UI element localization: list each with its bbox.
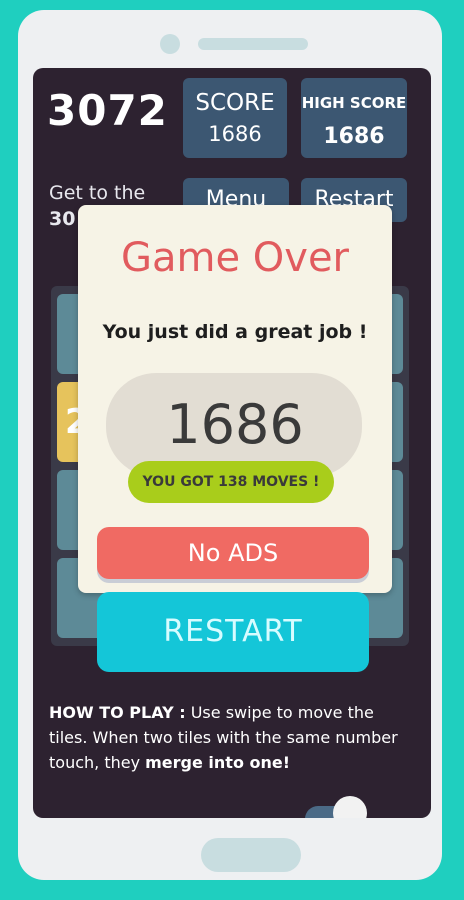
high-score-value: 1686	[323, 124, 385, 149]
score-value: 1686	[208, 122, 262, 146]
camera-icon	[160, 34, 180, 54]
home-button[interactable]	[201, 838, 301, 872]
high-score-box: HIGH SCORE 1686	[301, 78, 407, 158]
score-box: SCORE 1686	[183, 78, 287, 158]
goal-line-2-number: 30	[49, 208, 76, 230]
no-ads-button[interactable]: No ADS	[97, 527, 369, 579]
dialog-subtitle: You just did a great job !	[102, 321, 368, 343]
goal-number: 3072	[47, 86, 168, 135]
speaker-grille	[198, 38, 308, 50]
moves-badge: YOU GOT 138 MOVES !	[128, 461, 334, 503]
how-to-play-bold: merge into one!	[145, 753, 291, 772]
goal-line-1: Get to the	[49, 182, 146, 204]
dialog-title: Game Over	[120, 235, 349, 281]
restart-button[interactable]: RESTART	[97, 592, 369, 672]
toggle-knob[interactable]	[333, 796, 367, 818]
how-to-play-title: HOW TO PLAY :	[49, 703, 186, 722]
score-label: SCORE	[195, 90, 275, 116]
final-score-value: 1686	[166, 393, 304, 456]
how-to-play: HOW TO PLAY : Use swipe to move the tile…	[49, 700, 409, 775]
high-score-label: HIGH SCORE	[301, 94, 407, 112]
